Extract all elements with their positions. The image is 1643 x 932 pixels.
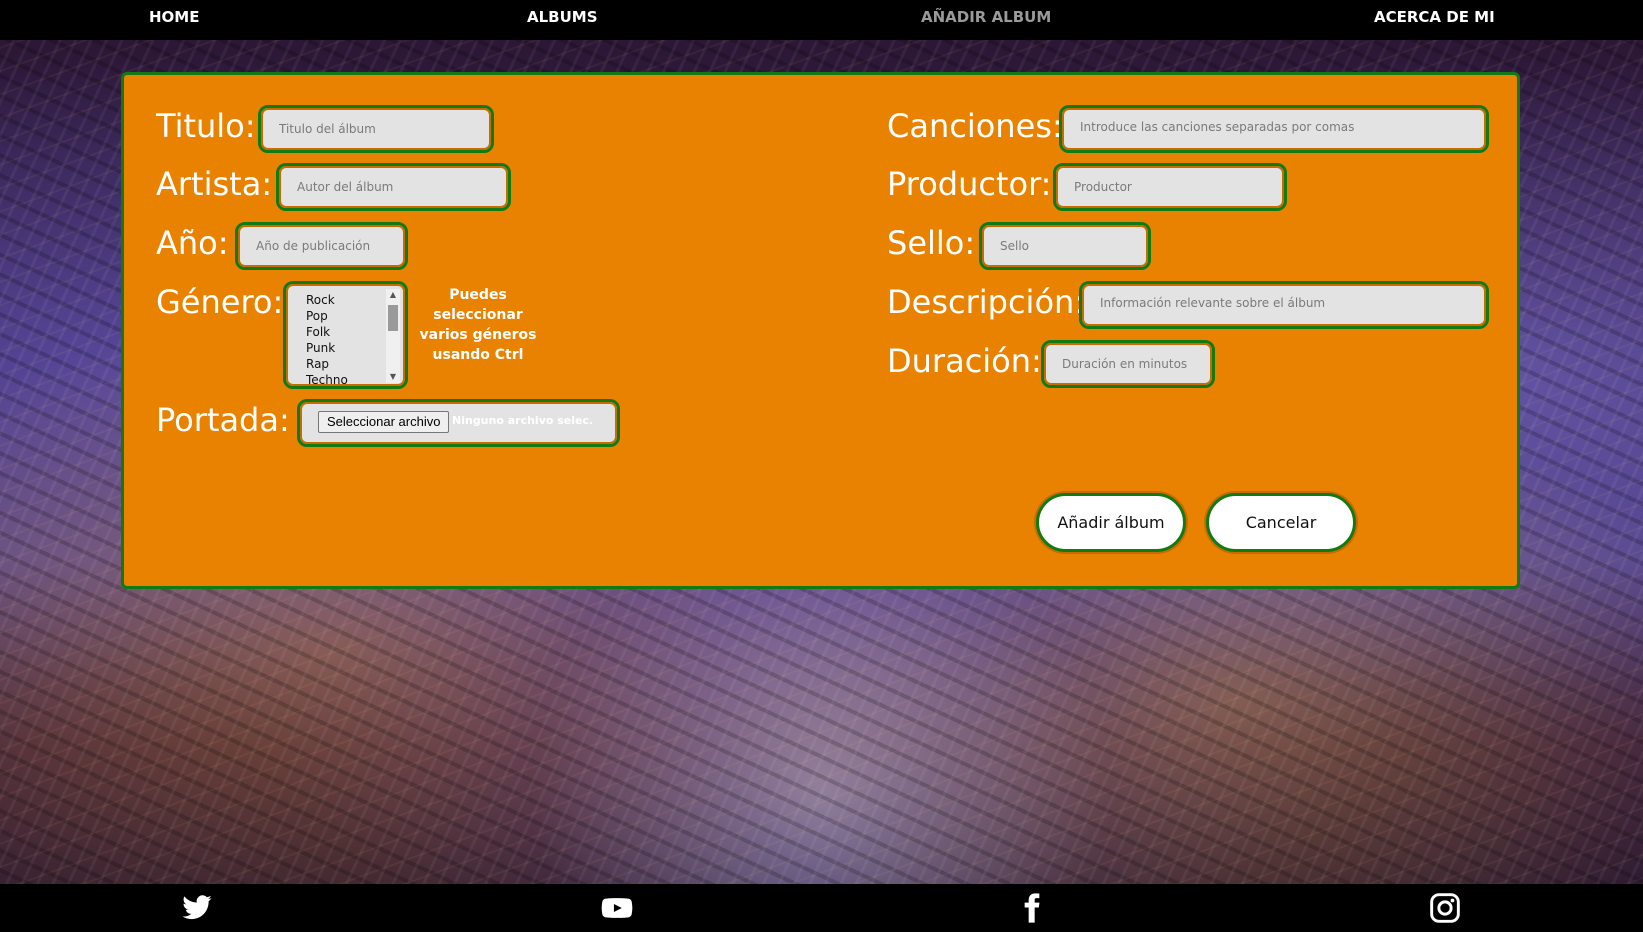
titulo-label: Titulo: xyxy=(156,107,256,145)
genero-label: Género: xyxy=(156,283,284,321)
anio-label: Año: xyxy=(156,224,229,262)
canciones-input[interactable] xyxy=(1059,105,1489,153)
twitter-icon[interactable] xyxy=(181,892,213,924)
anio-input[interactable] xyxy=(235,222,408,270)
genre-hint: Puedes seleccionar varios géneros usando… xyxy=(419,287,537,363)
scroll-down-icon[interactable]: ▼ xyxy=(386,371,400,383)
descripcion-label: Descripción: xyxy=(887,283,1086,321)
select-file-button[interactable]: Seleccionar archivo xyxy=(318,411,450,433)
nav-home[interactable]: HOME xyxy=(149,8,199,26)
nav-albums[interactable]: ALBUMS xyxy=(527,8,598,26)
file-status: Ninguno archivo selec. xyxy=(452,414,594,427)
genre-option[interactable]: Pop xyxy=(306,308,348,324)
titulo-input[interactable] xyxy=(258,105,494,153)
genre-option[interactable]: Rap xyxy=(306,356,348,372)
genre-option[interactable]: Punk xyxy=(306,340,348,356)
genre-options: Rock Pop Folk Punk Rap Techno xyxy=(306,292,348,386)
genre-option[interactable]: Folk xyxy=(306,324,348,340)
scroll-up-icon[interactable]: ▲ xyxy=(386,289,400,301)
genre-scrollbar[interactable]: ▲ ▼ xyxy=(386,289,400,383)
duracion-input[interactable] xyxy=(1041,340,1215,388)
scroll-thumb[interactable] xyxy=(388,305,398,331)
productor-input[interactable] xyxy=(1053,163,1287,211)
nav-about[interactable]: ACERCA DE MI xyxy=(1374,8,1495,26)
footer xyxy=(0,884,1643,932)
sello-input[interactable] xyxy=(979,222,1151,270)
genre-option[interactable]: Techno xyxy=(306,372,348,386)
duracion-label: Duración: xyxy=(887,342,1042,380)
canciones-label: Canciones: xyxy=(887,107,1063,145)
top-nav: HOME ALBUMS AÑADIR ALBUM ACERCA DE MI xyxy=(0,0,1643,40)
descripcion-input[interactable] xyxy=(1079,281,1489,329)
productor-label: Productor: xyxy=(887,165,1052,203)
portada-file-input[interactable]: Seleccionar archivo Ninguno archivo sele… xyxy=(297,399,620,447)
cancel-button[interactable]: Cancelar xyxy=(1206,493,1356,552)
genre-select[interactable]: Rock Pop Folk Punk Rap Techno ▲ ▼ xyxy=(283,281,408,389)
add-album-button[interactable]: Añadir álbum xyxy=(1036,493,1186,552)
genre-option[interactable]: Rock xyxy=(306,292,348,308)
portada-label: Portada: xyxy=(156,401,290,439)
facebook-icon[interactable] xyxy=(1016,892,1048,924)
nav-add-album[interactable]: AÑADIR ALBUM xyxy=(921,8,1051,26)
sello-label: Sello: xyxy=(887,224,976,262)
artista-input[interactable] xyxy=(276,163,511,211)
artista-label: Artista: xyxy=(156,165,273,203)
instagram-icon[interactable] xyxy=(1429,892,1461,924)
youtube-icon[interactable] xyxy=(601,892,633,924)
